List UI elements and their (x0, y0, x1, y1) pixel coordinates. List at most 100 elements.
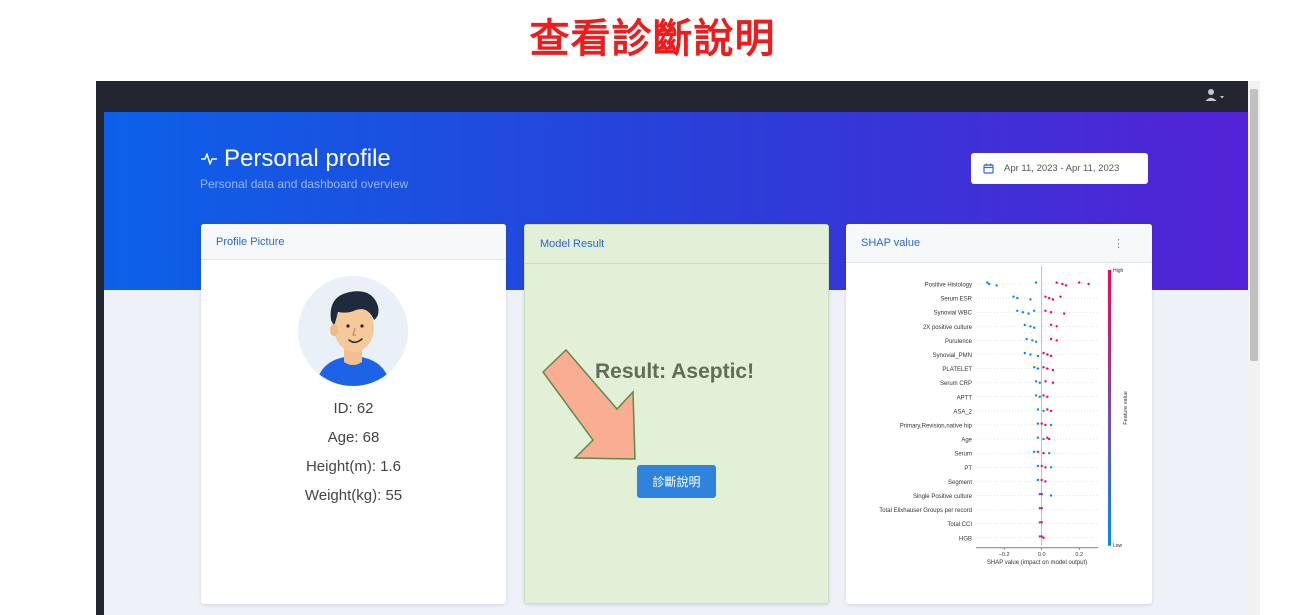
shap-point-low (1036, 367, 1040, 370)
shap-point-low (1016, 309, 1019, 312)
activity-icon (201, 153, 217, 165)
shap-point-low (1038, 395, 1042, 398)
profile-height: Height(m): 1.6 (305, 458, 402, 475)
shap-point-low (1032, 366, 1036, 369)
model-card-title: Model Result (525, 225, 828, 264)
x-tick-label: 0.2 (1075, 552, 1083, 558)
shap-point-high (1055, 281, 1058, 284)
shap-point-low (1027, 312, 1030, 315)
avatar-illustration (316, 291, 390, 386)
shap-point-high (1042, 366, 1045, 369)
feature-label: Synovial_PMN (933, 353, 972, 359)
shap-point-high (1049, 337, 1053, 341)
feature-label: Total CCI (947, 522, 972, 528)
shap-point-high (1042, 536, 1045, 539)
shap-point-high (1042, 394, 1045, 397)
colorbar-high-label: High (1113, 268, 1124, 274)
shap-point-high (1049, 323, 1053, 327)
calendar-icon (983, 163, 994, 174)
feature-label: Age (961, 438, 972, 444)
feature-label: Segment (948, 480, 972, 486)
shap-point-low (1048, 452, 1051, 455)
shap-point-high (1044, 380, 1047, 383)
more-options-icon[interactable]: ⋮ (1113, 237, 1124, 250)
shap-point-low (1036, 422, 1040, 425)
feature-label: HGB (959, 536, 972, 542)
shap-point-low (1049, 423, 1053, 427)
profile-card: Profile Picture ID: 62 Age: 68 Height(m)… (201, 224, 506, 604)
profile-weight: Weight(kg): 55 (304, 487, 403, 504)
shap-point-low (1042, 409, 1045, 413)
shap-point-low (1034, 380, 1038, 383)
shap-point-high (1036, 450, 1040, 453)
colorbar (1108, 270, 1111, 546)
shap-point-high (1044, 423, 1047, 427)
feature-label: ASA_2 (953, 409, 972, 415)
profile-age: Age: 68 (327, 429, 380, 446)
x-axis-label: SHAP value (impact on model output) (987, 560, 1087, 566)
shap-point-high (1044, 480, 1047, 483)
shap-point-high (1042, 452, 1045, 455)
shap-point-high (1040, 422, 1043, 425)
feature-label: Serum ESR (940, 297, 972, 303)
shap-card: SHAP value ⋮ Positive Histology Serum ESR… (846, 224, 1152, 604)
shap-point-high (1087, 282, 1090, 286)
date-range-text: Apr 11, 2023 - Apr 11, 2023 (1004, 163, 1120, 174)
shap-point-high (1040, 478, 1043, 482)
app-window: Personal profile Personal data and dashb… (96, 81, 1260, 615)
shap-point-low (1032, 326, 1036, 329)
shap-point-low (1032, 309, 1036, 312)
shap-point-high (1049, 311, 1053, 314)
shap-point-low (1038, 381, 1042, 384)
shap-point-low (1023, 323, 1026, 327)
avatar (298, 276, 408, 386)
feature-label: PLATELET (942, 367, 972, 373)
shap-point-low (1023, 351, 1026, 355)
feature-label: Purulence (945, 339, 973, 345)
shap-point-high (1059, 295, 1062, 298)
feature-label: 2X positive culture (923, 325, 973, 331)
shap-point-high (1051, 381, 1055, 384)
shap-point-low (1036, 478, 1040, 482)
shap-point-high (1046, 395, 1049, 398)
feature-label: Serum CRP (940, 381, 972, 387)
page-title-text: Personal profile (224, 145, 391, 172)
shap-card-title: SHAP value (861, 237, 921, 249)
feature-label: Synovial WBC (934, 311, 973, 317)
profile-card-title: Profile Picture (201, 224, 506, 260)
scrollbar-thumb[interactable] (1250, 89, 1258, 361)
page-subtitle: Personal data and dashboard overview (200, 177, 409, 191)
x-tick-label: 0.0 (1038, 552, 1046, 558)
page-scrollbar[interactable] (1248, 81, 1260, 615)
shap-card-header: SHAP value ⋮ (846, 224, 1152, 263)
shap-point-high (1040, 492, 1043, 496)
shap-point-low (1012, 295, 1015, 298)
shap-point-low (1034, 281, 1038, 284)
shap-point-high (1046, 367, 1049, 370)
profile-id: ID: 62 (333, 400, 374, 417)
shap-point-low (1021, 311, 1025, 314)
feature-label: Total Elixhauser Groups per record (879, 508, 972, 514)
shap-point-low (1025, 337, 1028, 341)
user-menu-icon[interactable] (1204, 86, 1226, 106)
date-range-picker[interactable]: Apr 11, 2023 - Apr 11, 2023 (971, 153, 1148, 184)
shap-point-high (1049, 354, 1053, 358)
shap-point-high (1040, 464, 1043, 468)
page-caption: 查看診斷說明 (529, 16, 776, 62)
shap-point-low (1031, 339, 1034, 342)
shap-point-high (1046, 353, 1049, 356)
shap-point-high (1048, 296, 1051, 300)
shap-point-high (1055, 325, 1058, 328)
shap-point-high (1049, 409, 1053, 413)
shap-point-high (1055, 339, 1058, 342)
shap-point-low (1032, 450, 1036, 453)
feature-label: Serum (954, 452, 972, 458)
colorbar-low-label: Low (1113, 543, 1123, 549)
diagnosis-explanation-button[interactable]: 診斷說明 (637, 465, 716, 498)
feature-label: Single Positive culture (913, 494, 973, 500)
shap-point-high (1042, 351, 1045, 355)
shap-point-high (1051, 298, 1055, 301)
shap-point-high (1078, 281, 1081, 284)
colorbar-axis-label: Feature value (1123, 391, 1129, 425)
shap-point-low (995, 284, 998, 287)
